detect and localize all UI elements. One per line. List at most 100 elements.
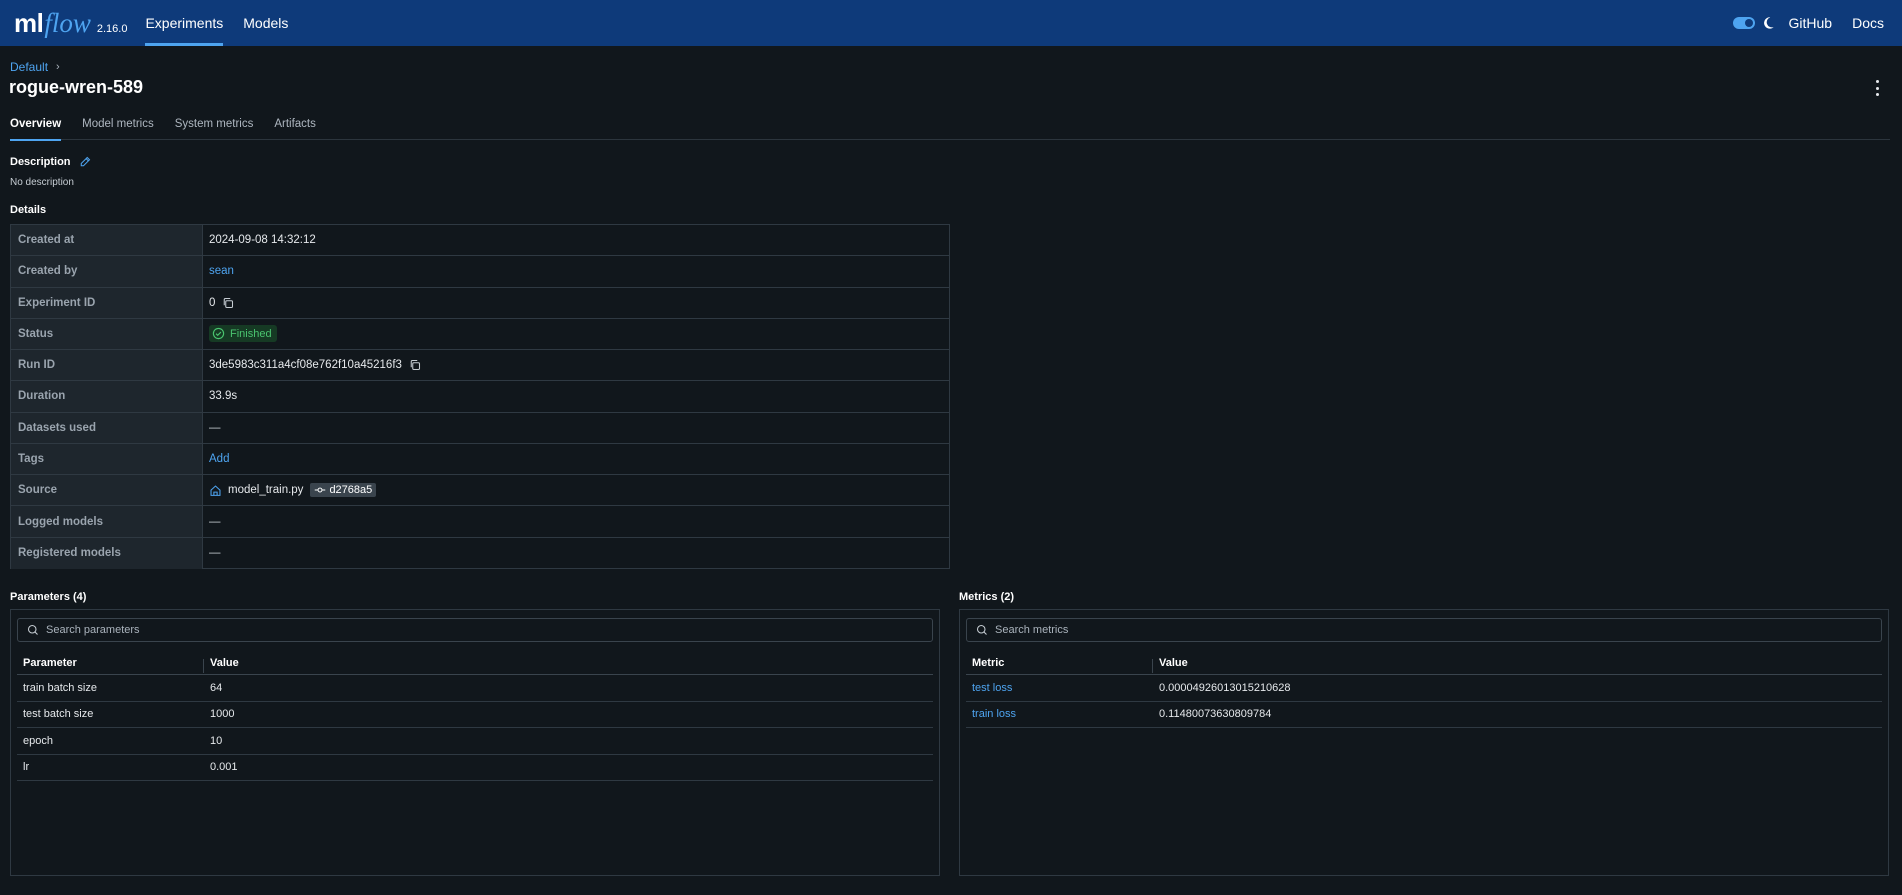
page-title: rogue-wren-589 — [9, 77, 144, 97]
details-row-source: Source model_train.py d2768a5 — [11, 475, 949, 507]
check-circle-icon — [212, 328, 225, 340]
detail-key: Datasets used — [11, 412, 203, 443]
column-header-value[interactable]: Value — [1153, 657, 1882, 669]
parameters-panel: Parameter Value train batch size 64 test… — [10, 609, 940, 876]
metrics-search[interactable] — [966, 618, 1882, 642]
param-value: 64 — [210, 681, 223, 694]
detail-key: Status — [11, 318, 203, 350]
metric-link-train-loss[interactable]: train loss — [972, 708, 1016, 720]
logo-ml-text: ml — [14, 7, 44, 38]
parameters-table: Parameter Value train batch size 64 test… — [17, 652, 933, 781]
copy-icon[interactable] — [222, 297, 234, 309]
metrics-search-input[interactable] — [995, 624, 1810, 636]
search-icon — [976, 624, 987, 635]
param-name: train batch size — [23, 681, 97, 694]
status-badge: Finished — [209, 325, 277, 343]
add-tag-link[interactable]: Add — [209, 453, 229, 465]
table-row: test batch size 1000 — [17, 702, 933, 728]
experiment-id-value: 0 — [209, 296, 216, 309]
detail-key: Created by — [11, 256, 203, 287]
theme-toggle[interactable] — [1732, 17, 1755, 29]
created-by-link[interactable]: sean — [209, 265, 234, 277]
details-row-logged-models: Logged models — — [11, 506, 949, 538]
version-label: 2.16.0 — [96, 22, 128, 35]
column-header-parameter[interactable]: Parameter — [17, 657, 204, 673]
metric-link-test-loss[interactable]: test loss — [972, 682, 1012, 694]
table-row: train loss 0.11480073630809784 — [966, 702, 1882, 728]
param-value: 1000 — [210, 708, 235, 721]
details-row-experiment-id: Experiment ID 0 — [11, 287, 949, 319]
docs-link[interactable]: Docs — [1852, 15, 1884, 31]
tab-model-metrics[interactable]: Model metrics — [82, 118, 154, 140]
details-row-tags: Tags Add — [11, 443, 949, 476]
details-row-registered-models: Registered models — — [11, 537, 949, 569]
details-table: Created at 2024-09-08 14:32:12 Created b… — [10, 224, 950, 569]
search-icon — [27, 624, 38, 635]
description-heading: Description — [10, 156, 91, 168]
parameters-heading: Parameters (4) — [10, 591, 87, 603]
details-heading: Details — [10, 204, 47, 216]
table-row: epoch 10 — [17, 728, 933, 755]
logo-flow-text: flow — [44, 7, 91, 38]
param-name: lr — [23, 761, 30, 774]
param-value: 10 — [210, 734, 223, 747]
status-text: Finished — [230, 327, 272, 340]
commit-hash: d2768a5 — [329, 484, 373, 497]
nav-models[interactable]: Models — [243, 0, 288, 46]
detail-key: Run ID — [11, 350, 203, 381]
datasets-value: — — [209, 421, 221, 434]
column-header-value[interactable]: Value — [204, 657, 933, 669]
param-value: 0.001 — [210, 761, 238, 774]
details-row-created-at: Created at 2024-09-08 14:32:12 — [11, 225, 949, 257]
detail-key: Duration — [11, 381, 203, 412]
parameters-search[interactable] — [17, 618, 933, 642]
duration-value: 33.9s — [209, 390, 238, 403]
breadcrumb-default[interactable]: Default — [10, 60, 48, 74]
github-link[interactable]: GitHub — [1789, 15, 1833, 31]
home-icon — [210, 485, 221, 496]
moon-icon — [1763, 17, 1774, 29]
commit-badge[interactable]: d2768a5 — [310, 483, 377, 498]
registered-models-value: — — [209, 547, 221, 560]
table-row: train batch size 64 — [17, 675, 933, 702]
metric-value: 0.11480073630809784 — [1159, 708, 1272, 721]
metric-value: 0.00004926013015210628 — [1159, 681, 1291, 694]
parameters-header: Parameter Value — [17, 652, 933, 675]
table-row: lr 0.001 — [17, 755, 933, 781]
detail-key: Source — [11, 475, 203, 506]
tab-system-metrics[interactable]: System metrics — [175, 118, 254, 140]
detail-key: Created at — [11, 225, 203, 256]
chevron-right-icon: › — [56, 61, 60, 73]
tab-overview[interactable]: Overview — [10, 118, 62, 141]
run-id-value: 3de5983c311a4cf08e762f10a45216f3 — [209, 359, 402, 372]
tab-artifacts[interactable]: Artifacts — [274, 118, 316, 140]
logged-models-value: — — [209, 515, 221, 528]
mlflow-logo[interactable]: ml flow 2.16.0 — [14, 8, 127, 39]
details-row-duration: Duration 33.9s — [11, 381, 949, 413]
edit-pencil-icon[interactable] — [79, 156, 91, 168]
table-row: test loss 0.00004926013015210628 — [966, 675, 1882, 702]
metrics-panel: Metric Value test loss 0.000049260130152… — [959, 609, 1889, 876]
breadcrumb: Default › — [10, 60, 60, 74]
parameters-search-input[interactable] — [46, 624, 861, 636]
nav-experiments[interactable]: Experiments — [145, 0, 223, 46]
detail-key: Experiment ID — [11, 287, 203, 318]
column-header-metric[interactable]: Metric — [966, 657, 1153, 673]
description-text: No description — [10, 177, 74, 188]
run-tabs: Overview Model metrics System metrics Ar… — [10, 118, 1890, 141]
param-name: epoch — [23, 734, 53, 747]
metrics-header: Metric Value — [966, 652, 1882, 675]
details-row-run-id: Run ID 3de5983c311a4cf08e762f10a45216f3 — [11, 350, 949, 382]
detail-key: Logged models — [11, 506, 203, 537]
detail-key: Tags — [11, 443, 203, 475]
metrics-table: Metric Value test loss 0.000049260130152… — [966, 652, 1882, 728]
description-label: Description — [10, 156, 71, 168]
metrics-heading: Metrics (2) — [959, 591, 1015, 603]
more-options-icon[interactable] — [1874, 80, 1880, 96]
details-row-datasets: Datasets used — — [11, 412, 949, 444]
details-row-created-by: Created by sean — [11, 256, 949, 288]
copy-icon[interactable] — [409, 359, 421, 371]
created-at-value: 2024-09-08 14:32:12 — [209, 234, 316, 247]
git-commit-icon — [315, 487, 326, 493]
source-file[interactable]: model_train.py — [228, 484, 303, 496]
